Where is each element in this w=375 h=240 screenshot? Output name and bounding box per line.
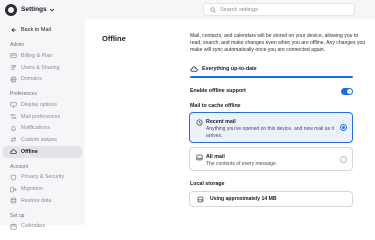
all-mail-radio[interactable] — [340, 156, 347, 163]
recent-mail-option[interactable]: Recent mail Anything you've opened on th… — [189, 112, 353, 143]
search-box[interactable] — [203, 3, 355, 16]
swipe-icon — [10, 137, 17, 143]
bell-icon — [11, 125, 16, 132]
offline-description: Mail, contacts, and calendars will be st… — [190, 33, 366, 53]
shield-icon — [10, 174, 17, 181]
back-to-mail-link[interactable]: Back to Mail — [0, 24, 85, 36]
app-title: Settings — [21, 6, 47, 13]
recent-mail-radio[interactable] — [340, 124, 347, 131]
sidebar-item-domains[interactable]: Domains — [3, 73, 82, 85]
toggle-knob — [347, 89, 352, 94]
offline-toggle-label: Enable offline support — [190, 88, 246, 94]
migration-icon — [10, 186, 17, 192]
users-icon — [10, 65, 17, 71]
sidebar-item-label: Domains — [21, 76, 42, 83]
top-bar: Settings — [0, 0, 375, 19]
sync-progress-fill — [190, 76, 353, 78]
offline-support-toggle[interactable] — [341, 88, 353, 95]
sync-status-text: Everything up-to-date — [202, 66, 257, 72]
storage-usage-text: Using approximately 14 MB — [210, 196, 277, 202]
all-mail-option[interactable]: All mail The contents of every message. — [189, 147, 353, 171]
sidebar-item-label: Calendars — [21, 223, 46, 230]
page-title: Offline — [102, 34, 126, 43]
sidebar-item-label: Billing & Plan — [21, 52, 53, 59]
search-icon — [210, 6, 216, 13]
sidebar-item-restore-data[interactable]: Restore data — [3, 195, 82, 207]
back-label: Back to Mail — [21, 27, 51, 33]
section-title-preferences: Preferences — [10, 91, 37, 98]
main-content: Offline Mail, contacts, and calendars wi… — [85, 19, 375, 225]
hard-drive-icon — [197, 196, 204, 202]
inbox-icon — [196, 154, 203, 161]
globe-icon — [10, 76, 17, 83]
recent-mail-description: Anything you've opened on this device, a… — [206, 126, 334, 139]
sidebar-item-notifications[interactable]: Notifications — [3, 122, 82, 134]
sidebar-item-billing[interactable]: Billing & Plan — [3, 50, 82, 62]
calendar-icon — [10, 223, 17, 230]
sidebar-item-label: Migration — [21, 186, 43, 193]
card-icon — [10, 53, 17, 59]
sidebar-item-offline[interactable]: Offline — [3, 145, 82, 158]
all-mail-description: The contents of every message. — [206, 161, 278, 167]
monitor-icon — [10, 102, 17, 109]
database-icon — [10, 197, 17, 204]
sidebar-item-migration[interactable]: Migration — [3, 183, 82, 195]
sidebar-item-label: Custom swipes — [21, 136, 57, 143]
sidebar-item-display-options[interactable]: Display options — [3, 99, 82, 111]
recent-mail-title: Recent mail — [206, 119, 236, 125]
sidebar-item-privacy-security[interactable]: Privacy & Security — [3, 172, 82, 184]
sidebar-item-label: Privacy & Security — [21, 174, 64, 181]
sidebar-item-users[interactable]: Users & Sharing — [3, 62, 82, 74]
storage-usage-box: Using approximately 14 MB — [189, 191, 353, 207]
sidebar-item-mail-preferences[interactable]: Mail preferences — [3, 111, 82, 123]
search-input[interactable] — [220, 6, 340, 13]
sync-status: Everything up-to-date — [190, 65, 257, 73]
app-logo-icon — [5, 3, 17, 16]
local-storage-label: Local storage — [190, 181, 225, 187]
sidebar-item-label: Notifications — [21, 125, 50, 132]
app-switcher[interactable]: Settings — [5, 3, 55, 16]
sync-progress-bar — [190, 76, 353, 78]
sidebar: Back to Mail Admin Billing & Plan Users … — [0, 19, 85, 229]
clock-icon — [196, 119, 203, 126]
sidebar-item-label: Offline — [21, 148, 38, 155]
sidebar-item-label: Restore data — [21, 197, 52, 204]
chevron-down-icon — [49, 8, 54, 11]
cloud-icon — [10, 149, 17, 154]
sidebar-item-label: Users & Sharing — [21, 64, 60, 71]
section-title-account: Account — [10, 163, 29, 170]
section-title-admin: Admin — [10, 42, 25, 48]
sliders-icon — [10, 114, 17, 120]
sidebar-item-label: Mail preferences — [21, 113, 61, 120]
sidebar-item-custom-swipes[interactable]: Custom swipes — [3, 134, 82, 146]
cache-section-label: Mail to cache offline — [190, 103, 241, 109]
sidebar-item-label: Display options — [21, 101, 57, 108]
cloud-icon — [190, 66, 198, 72]
section-title-set-up: Set up — [10, 212, 25, 219]
sidebar-item-calendars[interactable]: Calendars — [3, 221, 82, 233]
arrow-left-icon — [11, 27, 17, 33]
all-mail-title: All mail — [206, 154, 225, 160]
